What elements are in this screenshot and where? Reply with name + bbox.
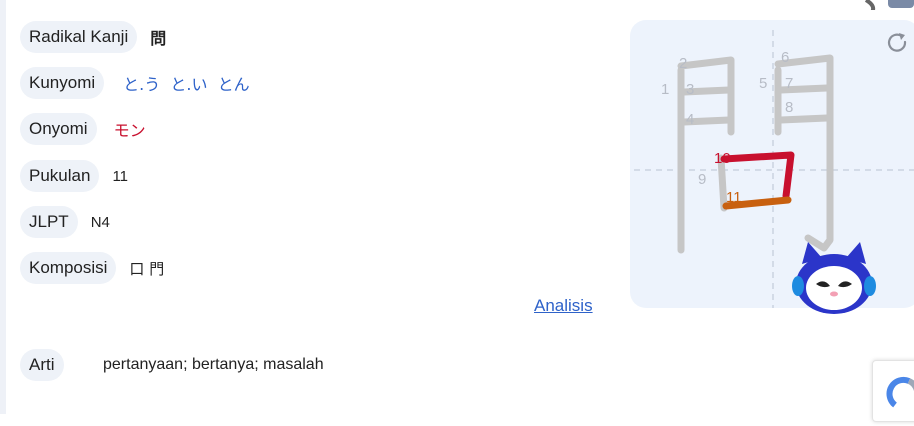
kunyomi-value[interactable]: と.う と.い とん bbox=[123, 71, 250, 95]
onyomi-value[interactable]: モン bbox=[114, 117, 146, 141]
jlpt-value: N4 bbox=[90, 213, 110, 231]
komposisi-row: Komposisi 口 門 bbox=[20, 252, 164, 284]
pukulan-row: Pukulan 11 bbox=[20, 160, 128, 192]
recaptcha-widget[interactable] bbox=[872, 360, 914, 422]
stroke-num-9: 9 bbox=[698, 171, 706, 188]
kunyomi-row: Kunyomi と.う と.い とん bbox=[20, 67, 250, 99]
stroke-num-6: 6 bbox=[781, 49, 789, 66]
stroke-num-1: 1 bbox=[661, 81, 669, 98]
radikal-row: Radikal Kanji 問 bbox=[20, 21, 166, 53]
komposisi-label: Komposisi bbox=[20, 252, 117, 284]
stroke-num-3: 3 bbox=[686, 81, 694, 98]
stroke-num-10: 10 bbox=[714, 150, 731, 167]
arti-label: Arti bbox=[20, 349, 64, 381]
analisis-link[interactable]: Analisis bbox=[534, 296, 593, 316]
radikal-label: Radikal Kanji bbox=[20, 21, 138, 53]
recaptcha-icon bbox=[886, 376, 914, 408]
stroke-num-8: 8 bbox=[785, 99, 793, 116]
stroke-num-11: 11 bbox=[726, 189, 742, 206]
stroke-8 bbox=[777, 114, 831, 124]
arti-value: pertanyaan; bertanya; masalah bbox=[103, 356, 324, 373]
stroke-num-2: 2 bbox=[679, 55, 687, 72]
stroke-num-5: 5 bbox=[759, 75, 767, 92]
onyomi-row: Onyomi モン bbox=[20, 113, 146, 145]
onyomi-label: Onyomi bbox=[20, 113, 97, 145]
stroke-num-4: 4 bbox=[686, 111, 694, 128]
radikal-value: 問 bbox=[150, 29, 167, 48]
stroke-num-7: 7 bbox=[785, 75, 793, 92]
left-divider bbox=[0, 0, 6, 414]
arti-row: Arti bbox=[20, 349, 64, 381]
top-toolbar-icons bbox=[864, 0, 914, 10]
jlpt-row: JLPT N4 bbox=[20, 206, 110, 238]
komposisi-value[interactable]: 口 門 bbox=[129, 258, 164, 279]
mascot-robot-icon bbox=[792, 242, 876, 314]
kunyomi-label: Kunyomi bbox=[20, 67, 105, 99]
refresh-icon[interactable] bbox=[884, 30, 910, 56]
pukulan-value: 11 bbox=[112, 167, 129, 185]
pukulan-label: Pukulan bbox=[20, 160, 100, 192]
jlpt-label: JLPT bbox=[20, 206, 78, 238]
